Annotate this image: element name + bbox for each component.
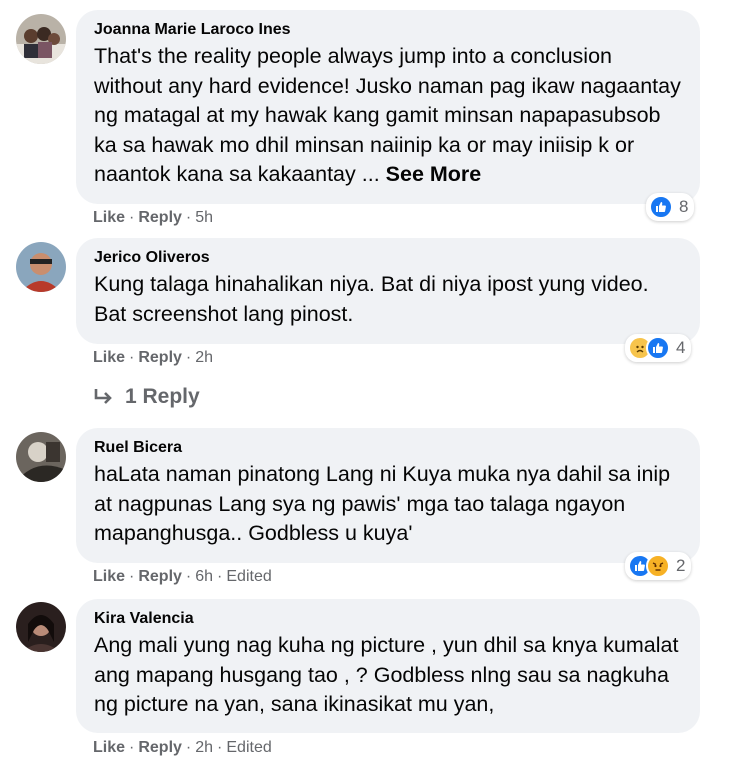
reply-button[interactable]: Reply xyxy=(138,349,182,366)
comment-actions: Like · Reply · 5h xyxy=(93,208,213,228)
see-more-link[interactable]: See More xyxy=(386,162,482,186)
replies-count-label: 1 Reply xyxy=(125,385,200,408)
comment-text: Kung talaga hinahalikan niya. Bat di niy… xyxy=(94,272,649,326)
comment-bubble: Jerico Oliveros Kung talaga hinahalikan … xyxy=(76,238,700,344)
reaction-count: 4 xyxy=(676,338,686,357)
separator: · xyxy=(129,568,135,585)
view-replies-link[interactable]: 1 Reply xyxy=(93,384,200,410)
avatar[interactable] xyxy=(16,242,66,292)
comment-author[interactable]: Jerico Oliveros xyxy=(94,248,684,268)
reaction-count: 8 xyxy=(679,197,689,216)
like-button[interactable]: Like xyxy=(93,209,125,226)
comment-author[interactable]: Joanna Marie Laroco Ines xyxy=(94,20,684,40)
comment-actions: Like · Reply · 2h xyxy=(93,348,213,368)
separator: · xyxy=(129,349,135,366)
like-reaction-icon xyxy=(649,195,673,219)
separator: · xyxy=(129,209,135,226)
avatar[interactable] xyxy=(16,14,66,64)
timestamp[interactable]: 2h xyxy=(195,739,213,756)
comment-bubble: Joanna Marie Laroco Ines That's the real… xyxy=(76,10,700,204)
like-button[interactable]: Like xyxy=(93,739,125,756)
reply-arrow-icon xyxy=(94,389,112,404)
like-button[interactable]: Like xyxy=(93,568,125,585)
comment-text: That's the reality people always jump in… xyxy=(94,44,681,186)
like-button[interactable]: Like xyxy=(93,349,125,366)
reaction-summary[interactable]: 4 xyxy=(625,334,692,362)
reaction-summary[interactable]: 8 xyxy=(646,193,695,221)
reaction-count: 2 xyxy=(676,556,686,575)
avatar[interactable] xyxy=(16,432,66,482)
edited-label: Edited xyxy=(226,739,272,756)
comment-author[interactable]: Kira Valencia xyxy=(94,609,684,629)
separator: · xyxy=(185,568,192,585)
comment-actions: Like · Reply · 6h · Edited xyxy=(93,567,272,587)
reaction-summary[interactable]: 2 xyxy=(625,552,692,580)
separator: · xyxy=(217,739,223,756)
separator: · xyxy=(185,739,192,756)
separator: · xyxy=(185,349,192,366)
comment-actions: Like · Reply · 2h · Edited xyxy=(93,738,272,758)
separator: · xyxy=(217,568,223,585)
comment-bubble: Ruel Bicera haLata naman pinatong Lang n… xyxy=(76,428,700,563)
comment-bubble: Kira Valencia Ang mali yung nag kuha ng … xyxy=(76,599,700,733)
timestamp[interactable]: 6h xyxy=(195,568,213,585)
reply-button[interactable]: Reply xyxy=(138,568,182,585)
angry-reaction-icon xyxy=(646,554,670,578)
like-reaction-icon xyxy=(646,336,670,360)
separator: · xyxy=(185,209,192,226)
comment-text: Ang mali yung nag kuha ng picture , yun … xyxy=(94,633,679,716)
reply-button[interactable]: Reply xyxy=(138,739,182,756)
avatar[interactable] xyxy=(16,602,66,652)
comment-author[interactable]: Ruel Bicera xyxy=(94,438,684,458)
timestamp[interactable]: 2h xyxy=(195,349,213,366)
comment-text: haLata naman pinatong Lang ni Kuya muka … xyxy=(94,462,671,545)
separator: · xyxy=(129,739,135,756)
edited-label: Edited xyxy=(226,568,272,585)
reply-button[interactable]: Reply xyxy=(138,209,182,226)
timestamp[interactable]: 5h xyxy=(195,209,213,226)
